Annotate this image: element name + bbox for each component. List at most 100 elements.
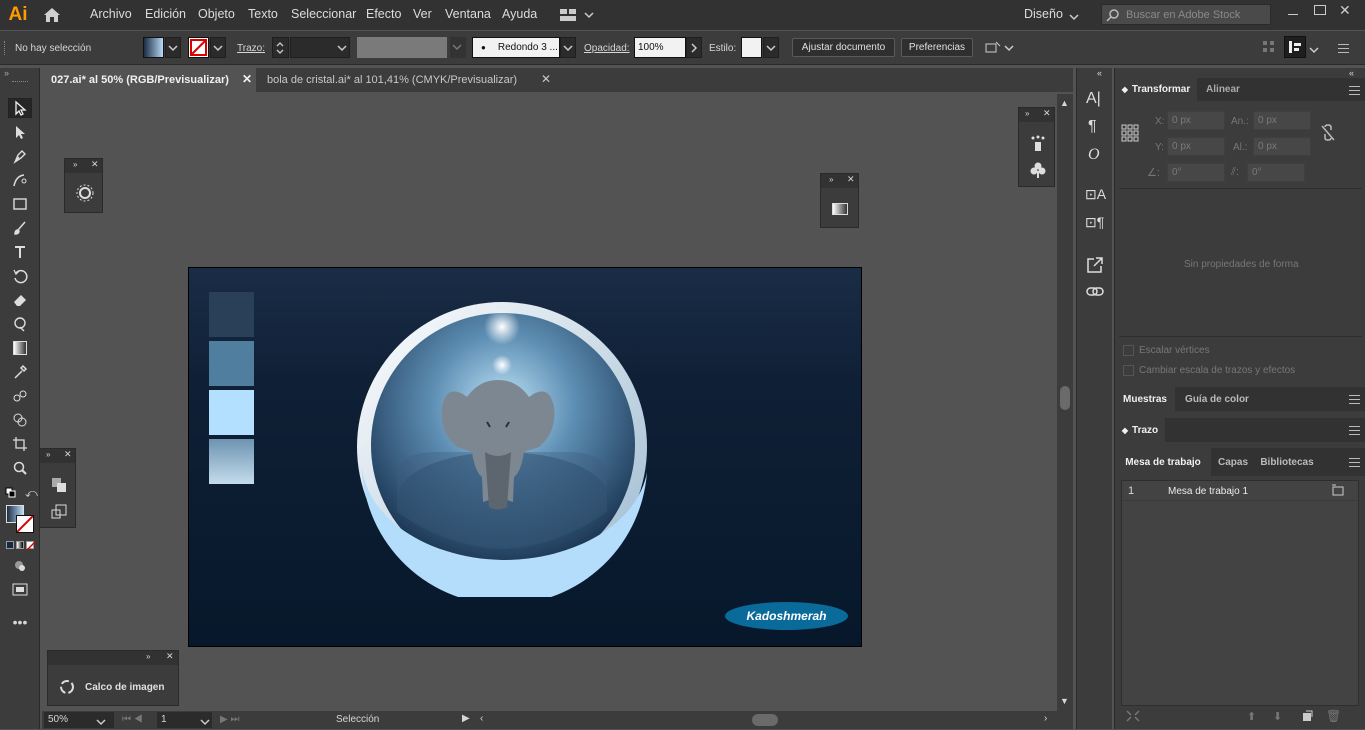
artboard-options-icon[interactable] — [1331, 484, 1345, 499]
stroke-swatch[interactable] — [188, 37, 209, 58]
status-menu-icon[interactable]: ▶ — [462, 713, 470, 724]
swatch-3[interactable] — [209, 390, 254, 435]
rotate-tool-icon[interactable] — [8, 266, 32, 286]
panel-toggle-icon[interactable]: ◆ — [1122, 85, 1128, 94]
panel-menu-icon[interactable] — [1349, 426, 1360, 435]
panel-menu-icon[interactable] — [1349, 458, 1360, 467]
close-tab-icon[interactable]: ✕ — [541, 72, 551, 86]
last-artboard-icon[interactable]: ▶ ⏭ — [220, 714, 239, 725]
tab-027[interactable]: 027.ai* al 50% (RGB/Previsualizar) ✕ — [42, 68, 256, 92]
horizontal-scroll-thumb[interactable] — [752, 714, 778, 726]
tab-bibliotecas[interactable]: Bibliotecas — [1255, 448, 1319, 476]
panel-menu-icon[interactable] — [1349, 86, 1360, 95]
screen-mode-icon[interactable] — [8, 580, 32, 600]
style-dropdown[interactable] — [763, 37, 779, 58]
vertical-scrollbar[interactable]: ▲ ▼ — [1057, 94, 1073, 711]
brush-definition[interactable]: ● Redondo 3 ... — [472, 37, 560, 58]
gradient-icon[interactable] — [16, 541, 24, 549]
sun-icon[interactable] — [75, 183, 95, 206]
fill-swatch[interactable] — [143, 37, 164, 58]
transform-mode-icon[interactable] — [984, 40, 1014, 59]
pen-tool-icon[interactable] — [8, 146, 32, 166]
panel-menu-icon[interactable] — [1349, 395, 1360, 404]
export-icon[interactable] — [1086, 256, 1104, 277]
swatch-4[interactable] — [209, 439, 254, 484]
y-field[interactable]: 0 px — [1167, 137, 1225, 156]
tab-muestras[interactable]: Muestras — [1115, 387, 1175, 411]
stroke-dropdown[interactable] — [210, 37, 226, 58]
chevron-down-icon[interactable] — [1069, 10, 1079, 24]
workspace-switcher[interactable]: Diseño — [1024, 7, 1063, 21]
minimize-icon[interactable] — [1288, 14, 1298, 15]
scroll-right-icon[interactable]: › — [1044, 713, 1047, 724]
menu-texto[interactable]: Texto — [248, 7, 278, 21]
direct-selection-tool-icon[interactable] — [8, 122, 32, 142]
reference-point-icon[interactable] — [1121, 124, 1139, 145]
fill-dropdown[interactable] — [165, 37, 181, 58]
height-field[interactable]: 0 px — [1253, 137, 1311, 156]
blend-tool-icon[interactable] — [8, 386, 32, 406]
chevron-down-icon[interactable] — [200, 716, 210, 730]
restore-icon[interactable] — [1314, 5, 1326, 15]
scale-corners-checkbox[interactable] — [1123, 345, 1134, 356]
paragraph-panel-icon[interactable]: ¶ — [1088, 118, 1097, 136]
opacity-field[interactable]: 100% — [634, 37, 686, 58]
arrange-icon[interactable] — [1262, 40, 1276, 57]
puppet-warp-tool-icon[interactable] — [8, 314, 32, 334]
pathfinder-icon[interactable] — [50, 476, 68, 497]
close-icon[interactable]: ✕ — [1043, 108, 1051, 119]
draw-mode-icon[interactable] — [8, 556, 32, 576]
expand-icon[interactable]: » — [1025, 109, 1029, 118]
opentype-panel-icon[interactable]: O — [1088, 146, 1100, 164]
image-trace-icon[interactable] — [58, 678, 76, 699]
collapse-icon[interactable]: » — [4, 68, 9, 78]
club-symbol-icon[interactable] — [1029, 161, 1047, 182]
scroll-down-icon[interactable]: ▼ — [1060, 696, 1069, 706]
crystal-ball[interactable] — [357, 302, 652, 597]
image-trace-label[interactable]: Calco de imagen — [85, 682, 164, 693]
shear-field[interactable]: 0° — [1247, 163, 1305, 182]
x-field[interactable]: 0 px — [1167, 111, 1225, 130]
profile-dropdown[interactable] — [450, 37, 466, 58]
expand-icon[interactable]: » — [46, 450, 50, 459]
new-artboard-icon[interactable] — [1301, 710, 1313, 725]
chevron-down-icon[interactable] — [96, 716, 106, 730]
graphic-style-swatch[interactable] — [741, 37, 762, 58]
more-tools-icon[interactable]: ••• — [8, 612, 32, 632]
list-item[interactable]: 1 Mesa de trabajo 1 — [1122, 481, 1358, 501]
rearrange-artboards-icon[interactable] — [1125, 709, 1141, 726]
trash-icon[interactable]: 🗑 — [1326, 709, 1341, 723]
swatch-2[interactable] — [209, 341, 254, 386]
move-down-icon[interactable]: ⬇ — [1273, 710, 1282, 723]
scroll-up-icon[interactable]: ▲ — [1060, 98, 1069, 108]
color-mode-icons[interactable] — [6, 541, 35, 550]
menu-edicion[interactable]: Edición — [145, 7, 186, 21]
preferences-button[interactable]: Preferencias — [901, 38, 973, 57]
eyedropper-tool-icon[interactable] — [8, 362, 32, 382]
menu-efecto[interactable]: Efecto — [366, 7, 401, 21]
first-artboard-icon[interactable]: ⏮ ◀ — [122, 714, 143, 725]
brush-tool-icon[interactable] — [8, 218, 32, 238]
character-panel-icon[interactable]: A| — [1086, 90, 1101, 108]
constrain-proportions-icon[interactable] — [1320, 124, 1336, 145]
artboard-tool-icon[interactable] — [8, 434, 32, 454]
chevron-down-icon[interactable] — [1309, 43, 1319, 57]
zoom-tool-icon[interactable] — [8, 458, 32, 478]
collapse-icon[interactable]: « — [1097, 68, 1102, 78]
panel-toggle-icon[interactable]: ◆ — [1122, 426, 1128, 435]
menu-archivo[interactable]: Archivo — [90, 7, 132, 21]
type-tool-icon[interactable] — [8, 242, 32, 262]
menu-objeto[interactable]: Objeto — [198, 7, 235, 21]
stroke-weight-field[interactable] — [290, 37, 350, 58]
gradient-tool-icon[interactable] — [8, 338, 32, 358]
artboard[interactable]: Kadoshmerah — [188, 267, 862, 647]
close-icon[interactable]: ✕ — [847, 174, 855, 185]
menu-ventana[interactable]: Ventana — [445, 7, 491, 21]
transform-icon[interactable] — [50, 503, 68, 524]
gradient-icon[interactable] — [832, 203, 848, 215]
close-window-icon[interactable]: ✕ — [1339, 2, 1351, 19]
width-field[interactable]: 0 px — [1253, 111, 1311, 130]
character-styles-icon[interactable]: ⊡A — [1085, 186, 1106, 203]
default-colors-icon[interactable] — [5, 487, 17, 502]
close-icon[interactable]: ✕ — [91, 159, 99, 170]
